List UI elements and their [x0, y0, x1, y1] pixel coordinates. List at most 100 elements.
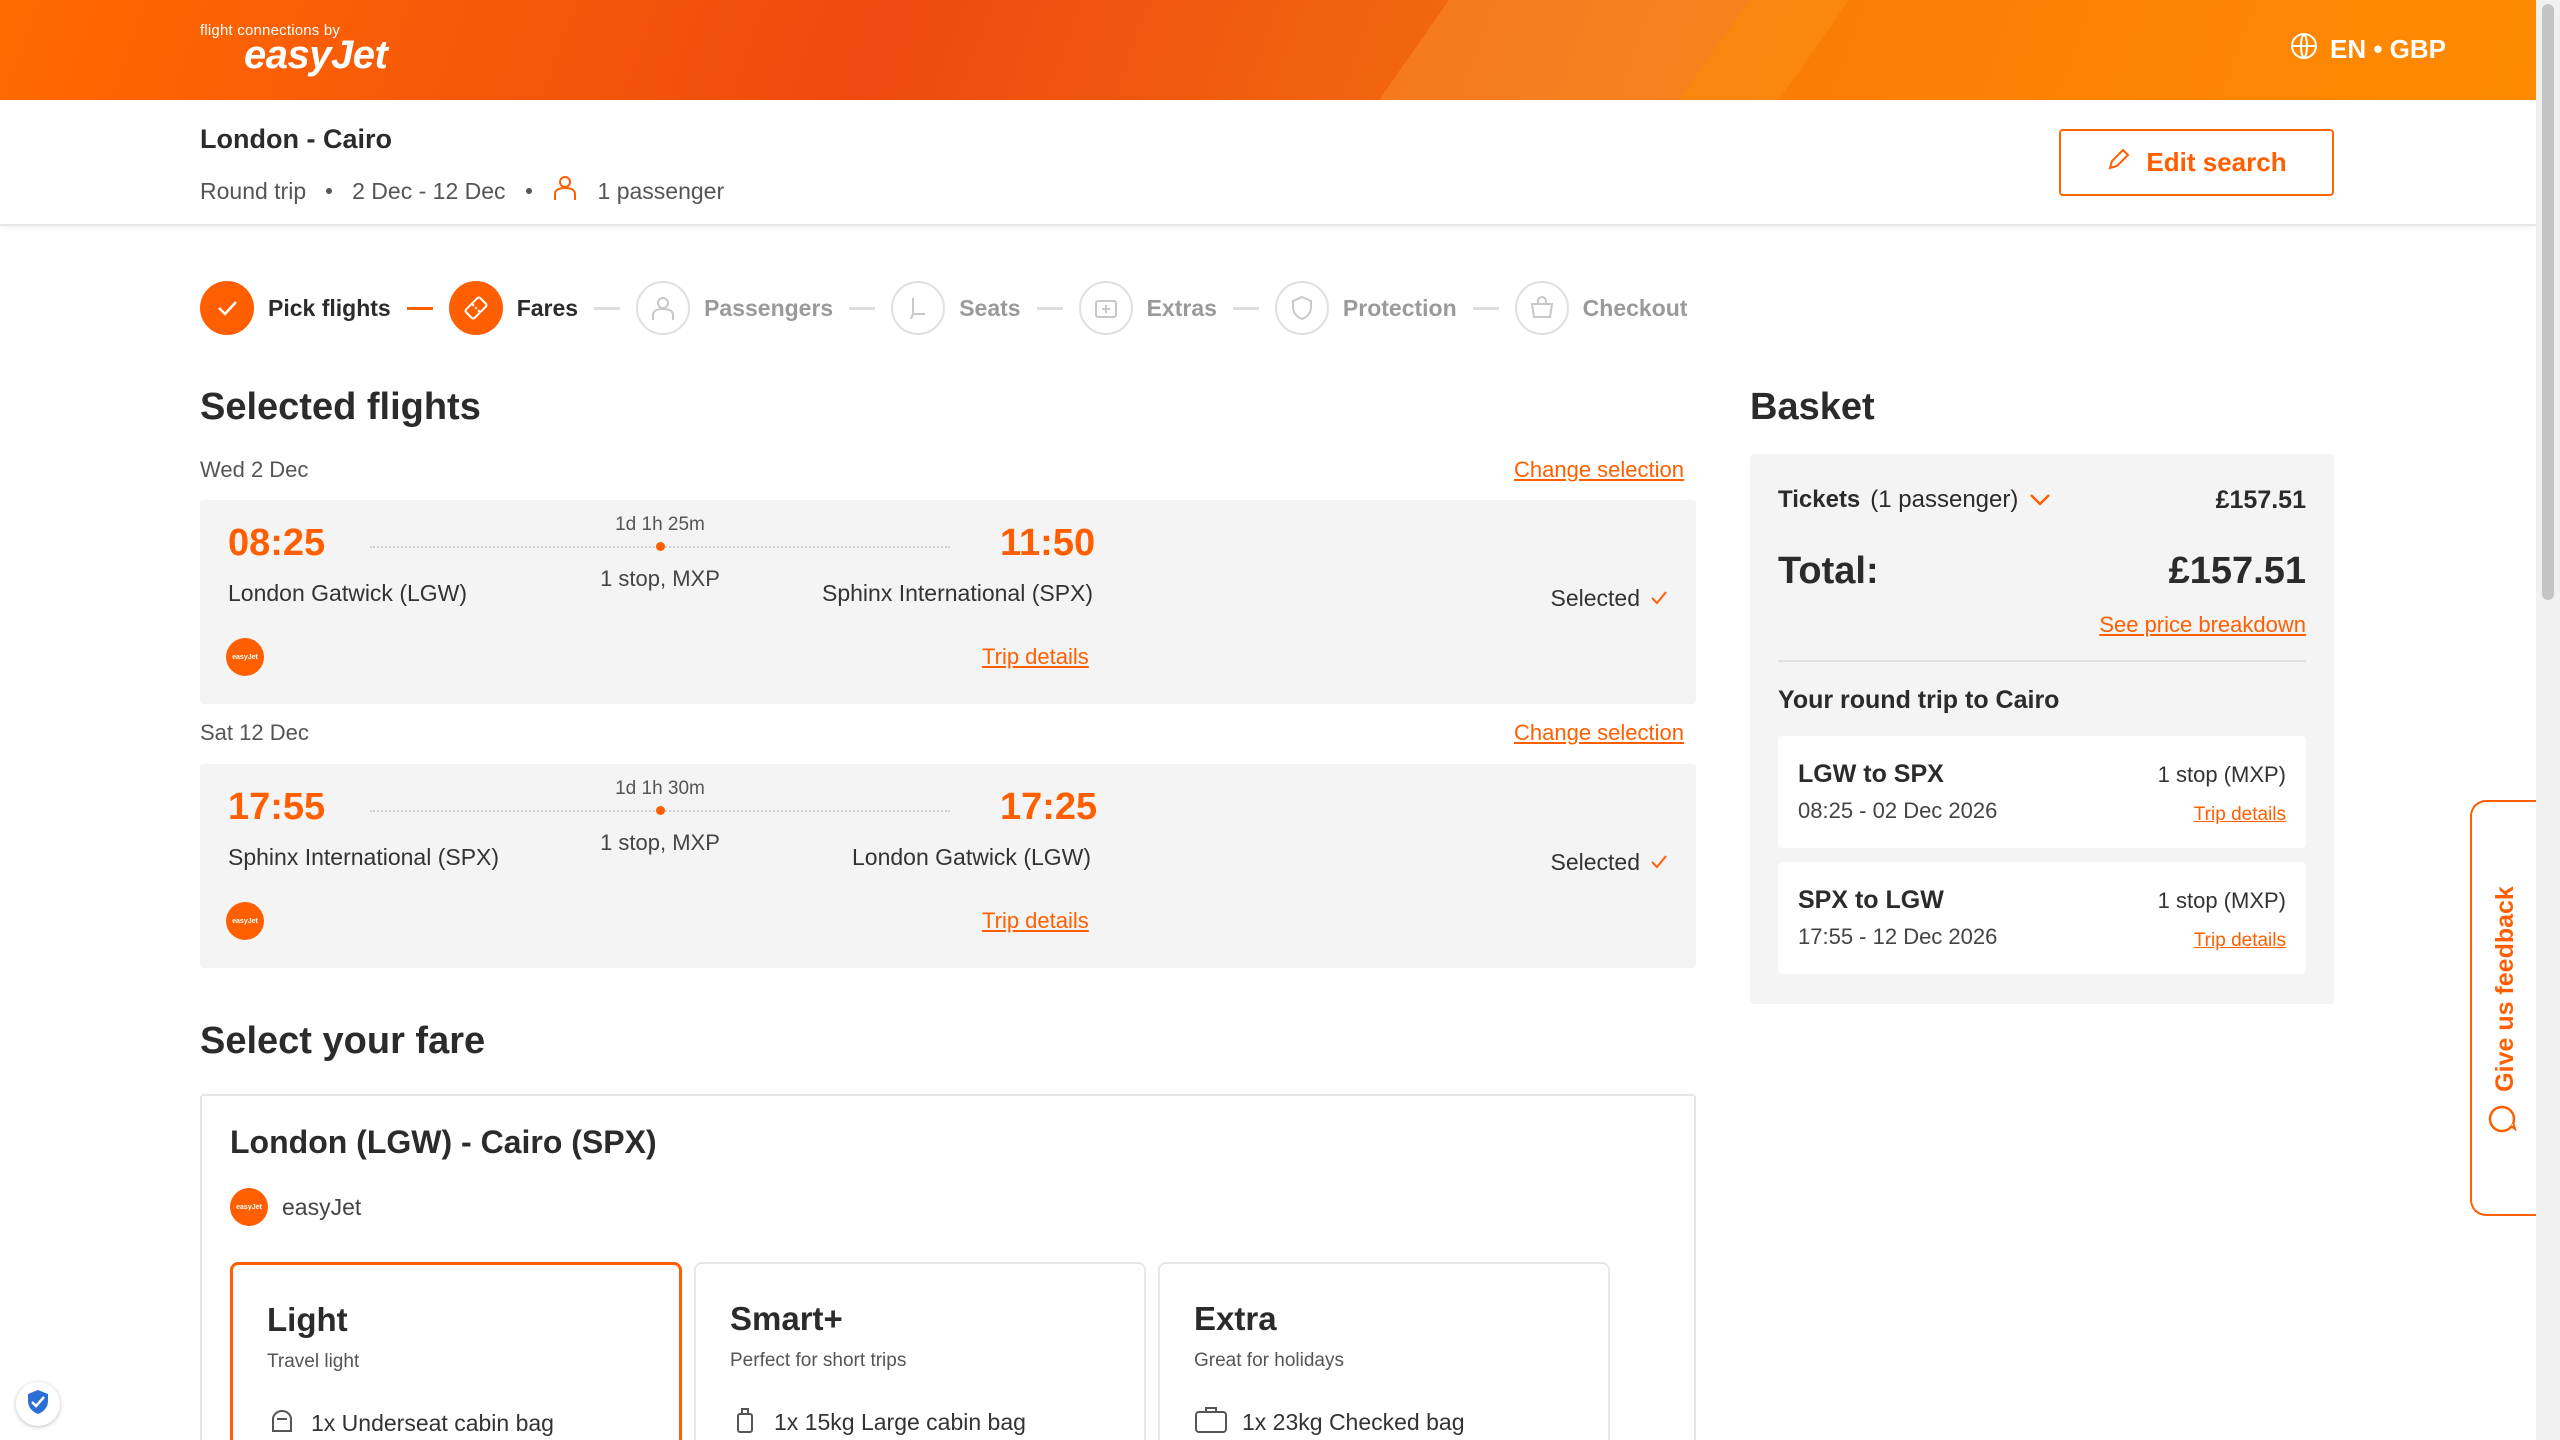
- extras-icon: [1078, 281, 1133, 335]
- fare-option-light[interactable]: Light Travel light 1x Underseat cabin ba…: [230, 1262, 682, 1440]
- shield-check-icon: [23, 1387, 53, 1422]
- step-label: Extras: [1146, 294, 1217, 321]
- fare-panel: London (LGW) - Cairo (SPX) easyJet easyJ…: [200, 1094, 1696, 1440]
- departure-time: 17:55: [228, 786, 326, 828]
- separator-dot: [326, 188, 333, 194]
- passenger-count: 1 passenger: [597, 177, 725, 204]
- step-connector: [849, 306, 876, 310]
- trip-details-link[interactable]: Trip details: [982, 644, 1089, 670]
- leg-trip-details-link[interactable]: Trip details: [2194, 804, 2286, 826]
- trip-type: Round trip: [200, 177, 307, 204]
- change-selection-link[interactable]: Change selection: [1514, 720, 1684, 746]
- privacy-badge[interactable]: [16, 1382, 60, 1426]
- checkmark-icon: [1650, 585, 1668, 612]
- underseat-bag-icon: [267, 1405, 297, 1440]
- fare-baggage: 1x 23kg Checked bag: [1194, 1404, 1465, 1440]
- leg-route: SPX to LGW: [1798, 886, 1944, 914]
- stop-marker: [656, 542, 665, 551]
- trip-details-link[interactable]: Trip details: [982, 908, 1089, 934]
- select-fare-heading: Select your fare: [200, 1020, 486, 1062]
- step-label: Protection: [1342, 294, 1457, 321]
- step-passengers: Passengers: [636, 281, 833, 335]
- selected-label: Selected: [1550, 585, 1640, 611]
- departure-airport: Sphinx International (SPX): [228, 844, 500, 870]
- flight-duration: 1d 1h 25m: [615, 514, 705, 535]
- chevron-down-icon: [2028, 486, 2052, 514]
- leg-time: 08:25 - 02 Dec 2026: [1798, 798, 1998, 823]
- step-label: Pick flights: [268, 294, 391, 321]
- arrival-airport: London Gatwick (LGW): [852, 844, 1092, 870]
- return-date: Sat 12 Dec: [200, 720, 309, 745]
- basket-leg-outbound: LGW to SPX 08:25 - 02 Dec 2026 1 stop (M…: [1778, 736, 2306, 848]
- feedback-tab[interactable]: Give us feedback: [2470, 800, 2536, 1216]
- leg-time: 17:55 - 12 Dec 2026: [1798, 924, 1998, 949]
- speech-bubble-icon: [2487, 1104, 2524, 1134]
- locale-label: EN • GBP: [2329, 34, 2446, 64]
- step-connector: [1232, 306, 1259, 310]
- globe-icon: [2290, 32, 2318, 67]
- arrival-airport: Sphinx International (SPX): [822, 580, 1094, 606]
- baggage-label: 1x 23kg Checked bag: [1242, 1408, 1465, 1435]
- basket-leg-return: SPX to LGW 17:55 - 12 Dec 2026 1 stop (M…: [1778, 862, 2306, 974]
- search-summary: London - Cairo Round trip 2 Dec - 12 Dec…: [0, 100, 2536, 226]
- fare-name: Smart+: [730, 1300, 843, 1337]
- fare-name: Light: [267, 1301, 348, 1338]
- tickets-label: Tickets: [1778, 486, 1861, 513]
- round-trip-title: Your round trip to Cairo: [1778, 686, 2060, 714]
- arrival-time: 17:25: [1000, 786, 1098, 828]
- selected-status: Selected: [1550, 585, 1668, 612]
- departure-airport: London Gatwick (LGW): [228, 580, 468, 606]
- booking-progress: Pick flights Fares Passengers Seats Extr…: [200, 280, 1687, 336]
- locale-selector[interactable]: EN • GBP: [2290, 32, 2446, 67]
- price-breakdown-link[interactable]: See price breakdown: [2099, 612, 2306, 638]
- step-protection: Protection: [1274, 281, 1457, 335]
- step-connector: [1472, 306, 1499, 310]
- selected-status: Selected: [1550, 849, 1668, 876]
- leg-trip-details-link[interactable]: Trip details: [2194, 930, 2286, 952]
- feedback-content: Give us feedback: [2472, 802, 2538, 1218]
- flight-stops: 1 stop, MXP: [600, 830, 720, 855]
- step-pick-flights[interactable]: Pick flights: [200, 281, 391, 335]
- fare-option-extra[interactable]: Extra Great for holidays 1x 23kg Checked…: [1158, 1262, 1610, 1440]
- step-label: Checkout: [1582, 294, 1688, 321]
- flight-stops: 1 stop, MXP: [600, 566, 720, 591]
- baggage-label: 1x 15kg Large cabin bag: [774, 1408, 1026, 1435]
- carrier-name: easyJet: [282, 1193, 362, 1220]
- stop-marker: [656, 806, 665, 815]
- outbound-date: Wed 2 Dec: [200, 457, 309, 482]
- step-seats: Seats: [891, 281, 1021, 335]
- trip-meta: Round trip 2 Dec - 12 Dec 1 passenger: [200, 174, 724, 208]
- total-value: £157.51: [2168, 550, 2306, 592]
- tickets-toggle[interactable]: Tickets (1 passenger): [1778, 486, 2052, 514]
- departure-time: 08:25: [228, 522, 326, 564]
- edit-search-button[interactable]: Edit search: [2059, 129, 2334, 196]
- easyjet-logo[interactable]: flight connections by easyJet: [200, 22, 388, 78]
- basket-heading: Basket: [1750, 386, 1875, 428]
- cabin-bag-icon: [730, 1404, 760, 1440]
- tickets-price: £157.51: [2215, 486, 2306, 514]
- fare-option-smart-plus[interactable]: Smart+ Perfect for short trips 1x 15kg L…: [694, 1262, 1146, 1440]
- scrollbar-thumb[interactable]: [2542, 4, 2554, 600]
- return-flight-card: 17:55 Sphinx International (SPX) 1d 1h 3…: [200, 764, 1696, 968]
- page-scrollbar[interactable]: [2536, 0, 2560, 1440]
- shield-icon: [1274, 281, 1329, 335]
- step-fares[interactable]: Fares: [448, 281, 579, 335]
- trip-dates: 2 Dec - 12 Dec: [352, 177, 506, 204]
- tickets-count: (1 passenger): [1870, 486, 2019, 513]
- leg-stops: 1 stop (MXP): [2157, 888, 2286, 913]
- fare-baggage: 1x 15kg Large cabin bag: [730, 1404, 1026, 1440]
- step-label: Fares: [516, 294, 579, 321]
- ticket-icon: [448, 281, 503, 335]
- cart-icon: [1514, 281, 1569, 335]
- pencil-icon: [2106, 146, 2132, 179]
- fare-description: Perfect for short trips: [730, 1350, 907, 1371]
- logo-brand: easyJet: [244, 33, 388, 77]
- edit-search-label: Edit search: [2146, 147, 2287, 177]
- change-selection-link[interactable]: Change selection: [1514, 457, 1684, 483]
- airline-logo: easyJet: [226, 902, 264, 940]
- separator-dot: [525, 188, 532, 194]
- step-connector: [594, 306, 621, 310]
- passenger-icon: [552, 174, 578, 208]
- check-icon: [200, 281, 254, 335]
- fare-route-title: London (LGW) - Cairo (SPX): [230, 1124, 657, 1160]
